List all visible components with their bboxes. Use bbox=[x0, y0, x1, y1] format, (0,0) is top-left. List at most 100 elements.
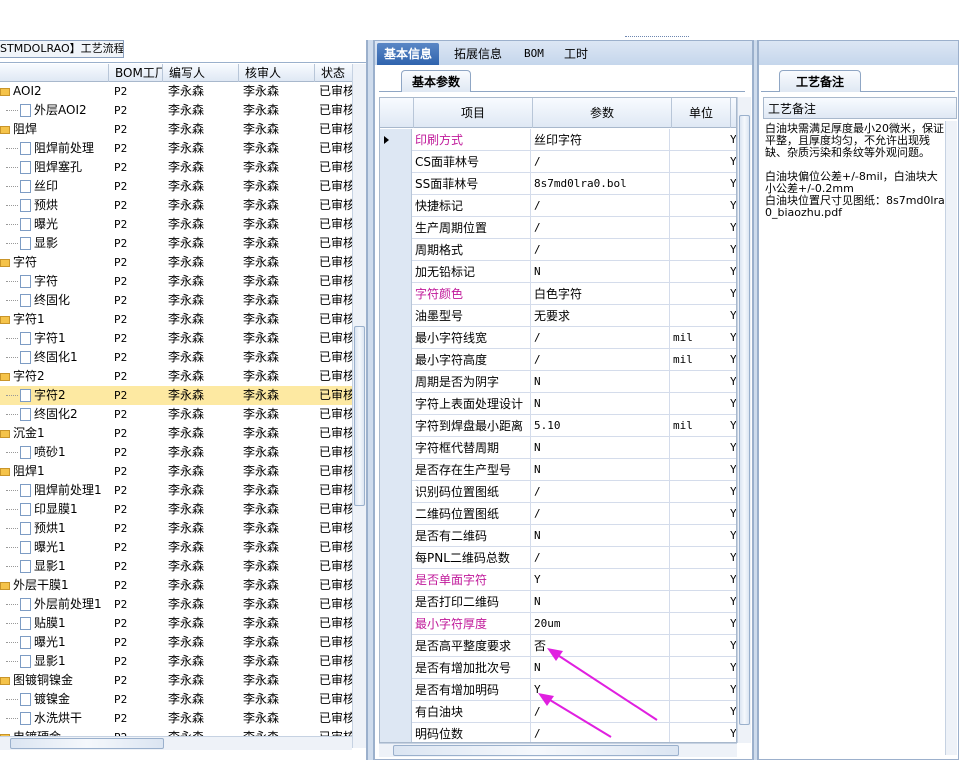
tree-cell[interactable]: 阻焊 bbox=[0, 120, 108, 139]
tree-cell[interactable]: 沉金1 bbox=[0, 424, 108, 443]
bom-cell: P2 bbox=[114, 427, 128, 440]
tree-cell[interactable]: 显影1 bbox=[0, 557, 108, 576]
tree-cell[interactable]: 字符 bbox=[0, 272, 108, 291]
tree-label: 字符1 bbox=[13, 312, 45, 326]
left-hscroll-thumb[interactable] bbox=[10, 738, 164, 749]
tree-label: 水洗烘干 bbox=[34, 711, 83, 725]
tree-cell[interactable]: 贴膜1 bbox=[0, 614, 108, 633]
tree-cell[interactable]: 阻焊1 bbox=[0, 462, 108, 481]
col-writer[interactable]: 编写人 bbox=[162, 64, 238, 82]
tree-cell[interactable]: 曝光 bbox=[0, 215, 108, 234]
tree-row[interactable]: 贴膜1 P2 李永森 李永森 已审核 bbox=[0, 614, 352, 633]
tree-row[interactable]: 终固化 P2 李永森 李永森 已审核 bbox=[0, 291, 352, 310]
tree-cell[interactable]: 丝印 bbox=[0, 177, 108, 196]
tree-cell[interactable]: 预烘1 bbox=[0, 519, 108, 538]
tree-cell[interactable]: 终固化2 bbox=[0, 405, 108, 424]
tree-row[interactable]: 曝光1 P2 李永森 李永森 已审核 bbox=[0, 633, 352, 652]
tree-row[interactable]: 预烘 P2 李永森 李永森 已审核 bbox=[0, 196, 352, 215]
tree-cell[interactable]: 水洗烘干 bbox=[0, 709, 108, 728]
tree-row[interactable]: 字符2 P2 李永森 李永森 已审核 bbox=[0, 367, 352, 386]
tree-row[interactable]: 图镀铜镍金 P2 李永森 李永森 已审核 bbox=[0, 671, 352, 690]
bom-cell: P2 bbox=[114, 123, 128, 136]
tree-row[interactable]: 阻焊前处理 P2 李永森 李永森 已审核 bbox=[0, 139, 352, 158]
tree-cell[interactable]: 字符 bbox=[0, 253, 108, 272]
tree-row[interactable]: 曝光 P2 李永森 李永森 已审核 bbox=[0, 215, 352, 234]
tree-row[interactable]: 字符2 P2 李永森 李永森 已审核 bbox=[0, 386, 352, 405]
folder-icon bbox=[0, 258, 10, 267]
tree-row[interactable]: 阻焊 P2 李永森 李永森 已审核 bbox=[0, 120, 352, 139]
col-status[interactable]: 状态 bbox=[314, 64, 352, 82]
tree-row[interactable]: 曝光1 P2 李永森 李永森 已审核 bbox=[0, 538, 352, 557]
tree-cell[interactable]: 印显膜1 bbox=[0, 500, 108, 519]
document-icon bbox=[20, 161, 31, 174]
tree-cell[interactable]: 喷砂1 bbox=[0, 443, 108, 462]
tree-cell[interactable]: 阻焊前处理 bbox=[0, 139, 108, 158]
tree-cell[interactable]: 曝光1 bbox=[0, 633, 108, 652]
document-icon bbox=[20, 484, 31, 497]
process-note-text[interactable]: 白油块需满足厚度最小20微米，保证平整，且厚度均匀，不允许出现残缺、杂质污染和条… bbox=[763, 121, 947, 755]
tree-cell[interactable]: 外层AOI2 bbox=[0, 101, 108, 120]
tree-cell[interactable]: 外层前处理1 bbox=[0, 595, 108, 614]
tree-row[interactable]: 字符1 P2 李永森 李永森 已审核 bbox=[0, 329, 352, 348]
tree-cell[interactable]: 终固化 bbox=[0, 291, 108, 310]
tree-cell[interactable]: 字符1 bbox=[0, 329, 108, 348]
tree-cell[interactable]: 预烘 bbox=[0, 196, 108, 215]
col-reviewer[interactable]: 核审人 bbox=[238, 64, 314, 82]
tree-cell[interactable]: 显影1 bbox=[0, 652, 108, 671]
tree-cell[interactable]: 曝光1 bbox=[0, 538, 108, 557]
col-tree[interactable] bbox=[0, 64, 108, 82]
tree-label: 字符 bbox=[34, 274, 59, 288]
tree-row[interactable]: 预烘1 P2 李永森 李永森 已审核 bbox=[0, 519, 352, 538]
tree-cell[interactable]: 外层干膜1 bbox=[0, 576, 108, 595]
left-hscrollbar[interactable] bbox=[0, 736, 352, 750]
tree-row[interactable]: 丝印 P2 李永森 李永森 已审核 bbox=[0, 177, 352, 196]
tree-label: AOI2 bbox=[13, 84, 42, 98]
tree-cell[interactable]: 显影 bbox=[0, 234, 108, 253]
note-vscrollbar[interactable] bbox=[945, 121, 957, 755]
tree-cell[interactable]: 字符2 bbox=[0, 367, 108, 386]
writer-cell: 李永森 bbox=[168, 654, 205, 668]
process-flow-rows: AOI2 P2 李永森 李永森 已审核 外层AOI2 P2 李永森 李永森 已审核 阻焊 P2 李永森李… bbox=[0, 82, 352, 760]
tree-row[interactable]: 终固化1 P2 李永森 李永森 已审核 bbox=[0, 348, 352, 367]
tree-cell[interactable]: 阻焊前处理1 bbox=[0, 481, 108, 500]
tree-row[interactable]: 字符 P2 李永森 李永森 已审核 bbox=[0, 253, 352, 272]
document-icon bbox=[20, 541, 31, 554]
tree-row[interactable]: 字符1 P2 李永森 李永森 已审核 bbox=[0, 310, 352, 329]
tree-row[interactable]: 显影1 P2 李永森 李永森 已审核 bbox=[0, 557, 352, 576]
left-vscroll-thumb[interactable] bbox=[354, 326, 365, 506]
tree-row[interactable]: 沉金1 P2 李永森 李永森 已审核 bbox=[0, 424, 352, 443]
tree-row[interactable]: 印显膜1 P2 李永森 李永森 已审核 bbox=[0, 500, 352, 519]
tree-row[interactable]: 外层干膜1 P2 李永森 李永森 已审核 bbox=[0, 576, 352, 595]
tree-row[interactable]: 外层前处理1 P2 李永森 李永森 已审核 bbox=[0, 595, 352, 614]
tree-row[interactable]: 镀镍金 P2 李永森 李永森 已审核 bbox=[0, 690, 352, 709]
tree-cell[interactable]: 字符2 bbox=[0, 386, 108, 405]
folder-icon bbox=[0, 676, 10, 685]
tree-row[interactable]: 外层AOI2 P2 李永森 李永森 已审核 bbox=[0, 101, 352, 120]
tree-row[interactable]: 显影 P2 李永森 李永森 已审核 bbox=[0, 234, 352, 253]
tree-row[interactable]: 喷砂1 P2 李永森 李永森 已审核 bbox=[0, 443, 352, 462]
tree-row[interactable]: 字符 P2 李永森 李永森 已审核 bbox=[0, 272, 352, 291]
left-vscrollbar[interactable] bbox=[352, 64, 366, 748]
tab-process-note[interactable]: 工艺备注 bbox=[779, 70, 862, 92]
tree-cell[interactable]: 图镀铜镍金 bbox=[0, 671, 108, 690]
tree-cell[interactable]: AOI2 bbox=[0, 82, 108, 101]
writer-cell: 李永森 bbox=[168, 350, 205, 364]
tree-row[interactable]: 终固化2 P2 李永森 李永森 已审核 bbox=[0, 405, 352, 424]
tree-cell[interactable]: 镀镍金 bbox=[0, 690, 108, 709]
reviewer-cell: 李永森 bbox=[243, 407, 280, 421]
tree-label: 终固化 bbox=[34, 293, 71, 307]
tree-cell[interactable]: 终固化1 bbox=[0, 348, 108, 367]
tree-row[interactable]: 显影1 P2 李永森 李永森 已审核 bbox=[0, 652, 352, 671]
left-splitter[interactable] bbox=[367, 40, 374, 760]
tree-cell[interactable]: 字符1 bbox=[0, 310, 108, 329]
tree-label: 显影1 bbox=[34, 654, 66, 668]
bom-cell: P2 bbox=[114, 313, 128, 326]
tree-line bbox=[6, 148, 18, 149]
tree-row[interactable]: 阻焊1 P2 李永森 李永森 已审核 bbox=[0, 462, 352, 481]
tree-row[interactable]: 阻焊前处理1 P2 李永森 李永森 已审核 bbox=[0, 481, 352, 500]
tree-row[interactable]: 阻焊塞孔 P2 李永森 李永森 已审核 bbox=[0, 158, 352, 177]
tree-row[interactable]: 水洗烘干 P2 李永森 李永森 已审核 bbox=[0, 709, 352, 728]
tree-cell[interactable]: 阻焊塞孔 bbox=[0, 158, 108, 177]
col-bom[interactable]: BOM工厂 bbox=[108, 64, 162, 82]
tree-row[interactable]: AOI2 P2 李永森 李永森 已审核 bbox=[0, 82, 352, 101]
